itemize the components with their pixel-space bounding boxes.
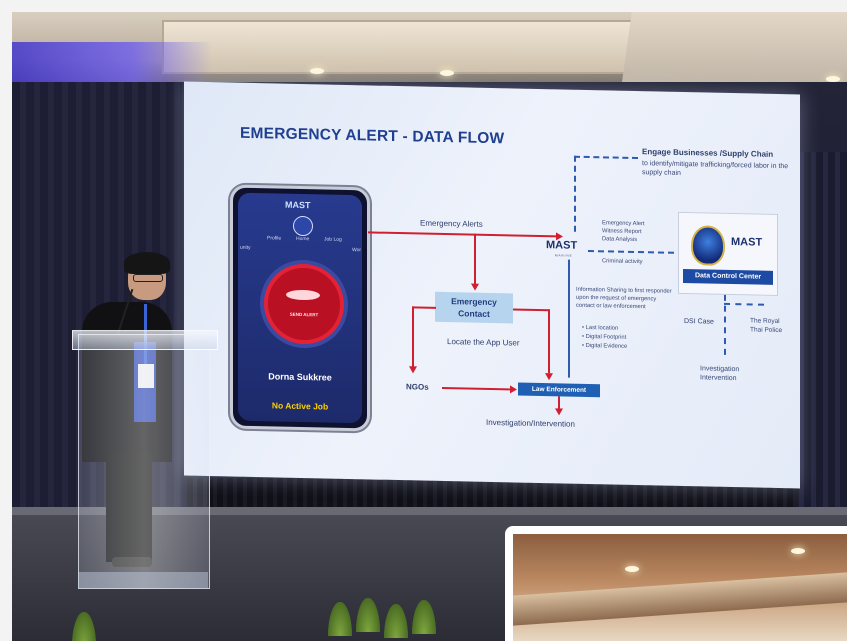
plant [384, 604, 408, 638]
glass-podium [78, 334, 210, 589]
podium-base [78, 572, 208, 588]
plant [356, 598, 380, 632]
blue-uplight [12, 42, 212, 82]
send-alert-label: SEND ALERT [289, 311, 319, 318]
ceiling-light [625, 566, 639, 572]
second-photo[interactable] [513, 534, 847, 641]
mast-to-business-dash [574, 155, 576, 232]
contact-to-ngo-line [412, 306, 436, 309]
engage-body: to identify/mitigate trafficking/forced … [642, 160, 789, 178]
phone-app-logo: MAST [285, 199, 311, 211]
ceiling-light [791, 548, 805, 554]
ceiling-beam [513, 572, 847, 626]
podium-top [72, 330, 218, 350]
phone-nav-home: Home [296, 235, 310, 243]
data-control-center-label: Data Control Center [683, 269, 773, 285]
alert-info-label: Emergency Alert Witness Report Data Anal… [602, 220, 645, 243]
royal-thai-police-label: The Royal Thai Police [750, 317, 783, 334]
arrow-head [545, 373, 553, 381]
police-emblem-icon [691, 225, 725, 266]
bullet-digital-footprint: • Digital Footprint [582, 333, 627, 341]
plant [72, 612, 96, 641]
arrow-head [510, 385, 517, 394]
info-sharing-text: Information Sharing to first responder u… [576, 286, 672, 310]
mast-to-dcc-dash [588, 250, 674, 254]
arrow-head [409, 366, 417, 374]
mast-logo-sub: MARINE [555, 253, 573, 258]
contact-to-ngo-line [412, 306, 414, 369]
ceiling-light [310, 68, 324, 74]
presentation-slide: EMERGENCY ALERT - DATA FLOW MAST Profile… [184, 81, 800, 489]
law-enforcement-box: Law Enforcement [518, 382, 600, 398]
data-control-center-box: MAST Data Control Center [678, 211, 778, 296]
locate-user-label: Locate the App User [447, 337, 520, 348]
phone-nav-work: Wor [352, 247, 362, 254]
arrow-head [471, 283, 479, 291]
dcc-mast-logo: MAST [731, 236, 763, 249]
ngo-to-law-arrow [442, 386, 512, 391]
phone-job-status: No Active Job [271, 400, 329, 412]
contact-arrow [474, 233, 476, 286]
right-curtain [792, 152, 847, 522]
phone-user-name: Dorna Sukkree [268, 371, 332, 383]
fish-icon [286, 289, 320, 301]
criminal-activity-label: Criminal activity [602, 258, 643, 266]
phone-nav-community: unity [240, 244, 251, 251]
investigation-label: Investigation/Intervention [486, 417, 575, 429]
contact-to-law-line [513, 308, 549, 312]
slide-title: EMERGENCY ALERT - DATA FLOW [240, 124, 505, 148]
investigation-right-label: Investigation Intervention [700, 365, 740, 383]
mast-logo: MAST [546, 239, 578, 252]
mast-to-business-dash [574, 155, 638, 160]
phone-mockup: MAST Profile Home Job Log unity Wor SEND… [230, 184, 370, 432]
emergency-alerts-label: Emergency Alerts [420, 218, 483, 229]
arrow-head [555, 408, 563, 416]
glasses [133, 274, 163, 282]
ngos-label: NGOs [406, 382, 429, 392]
emergency-contact-box: Emergency Contact [435, 291, 513, 324]
dsi-case-label: DSI Case [684, 318, 714, 326]
dcc-to-police-dash [724, 302, 764, 306]
plant [412, 600, 436, 634]
plant [328, 602, 352, 636]
send-alert-button: SEND ALERT [264, 263, 344, 345]
engage-title: Engage Businesses /Supply Chain [642, 147, 774, 159]
speaker-hair [124, 252, 170, 274]
emergency-alert-arrow [368, 231, 558, 238]
phone-nav-profile: Profile [267, 235, 282, 242]
phone-screen: MAST Profile Home Job Log unity Wor SEND… [238, 192, 362, 424]
mast-to-law-line [568, 259, 570, 378]
home-icon [293, 215, 313, 237]
ceiling-light [440, 70, 454, 76]
bullet-last-location: • Last location [582, 324, 619, 332]
bullet-digital-evidence: • Digital Evidence [582, 342, 628, 350]
phone-nav-joblog: Job Log [324, 236, 342, 243]
contact-to-law-line [548, 309, 550, 374]
